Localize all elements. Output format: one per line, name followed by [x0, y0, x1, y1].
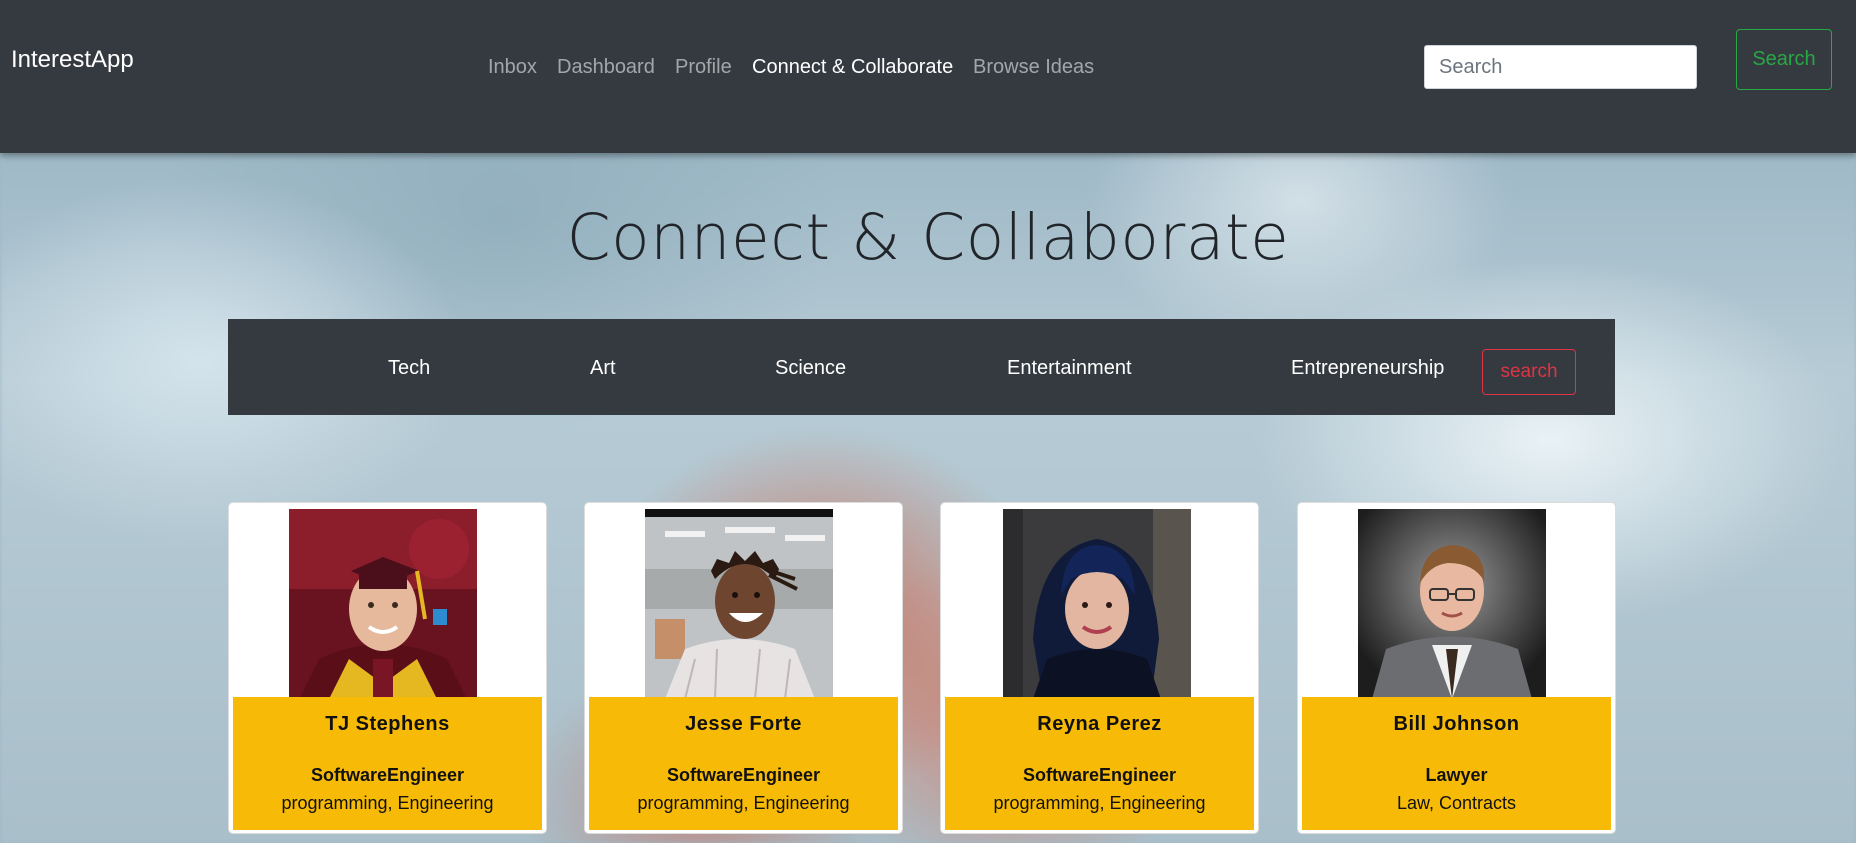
portrait-icon: [1003, 509, 1191, 699]
person-card[interactable]: TJ Stephens SoftwareEngineer programming…: [228, 502, 547, 834]
person-card-info: Jesse Forte SoftwareEngineer programming…: [589, 697, 898, 830]
person-name: Jesse Forte: [685, 713, 802, 735]
person-role: SoftwareEngineer: [1022, 765, 1177, 785]
nav-link-browse-ideas[interactable]: Browse Ideas: [973, 54, 1094, 80]
nav-link-inbox[interactable]: Inbox: [488, 54, 537, 80]
person-role: SoftwareEngineer: [310, 765, 465, 785]
person-name: Bill Johnson: [1393, 713, 1520, 735]
graduate-portrait-icon: [289, 509, 477, 699]
person-name: TJ Stephens: [325, 713, 450, 735]
category-entrepreneurship[interactable]: Entrepreneurship: [1291, 355, 1444, 381]
person-card-info: Reyna Perez SoftwareEngineer programming…: [945, 697, 1254, 830]
person-card[interactable]: Bill Johnson Lawyer Law, Contracts: [1297, 502, 1616, 834]
top-navbar: InterestApp Inbox Dashboard Profile Conn…: [0, 0, 1856, 153]
person-card[interactable]: Jesse Forte SoftwareEngineer programming…: [584, 502, 903, 834]
page-title: Connect & Collaborate: [566, 201, 1290, 274]
nav-link-connect-collaborate[interactable]: Connect & Collaborate: [752, 54, 953, 80]
suit-portrait-icon: [1358, 509, 1546, 699]
category-tech[interactable]: Tech: [388, 355, 430, 381]
person-role: SoftwareEngineer: [666, 765, 821, 785]
smiling-portrait-icon: [645, 509, 833, 699]
person-card[interactable]: Reyna Perez SoftwareEngineer programming…: [940, 502, 1259, 834]
person-card-info: Bill Johnson Lawyer Law, Contracts: [1302, 697, 1611, 830]
brand-logo[interactable]: InterestApp: [11, 45, 134, 75]
person-name: Reyna Perez: [1037, 713, 1162, 735]
category-bar: Tech Art Science Entertainment Entrepren…: [228, 319, 1615, 415]
category-art[interactable]: Art: [590, 355, 616, 381]
nav-link-dashboard[interactable]: Dashboard: [557, 54, 655, 80]
person-interests: programming, Engineering: [637, 793, 850, 813]
person-interests: programming, Engineering: [281, 793, 494, 813]
category-search-button[interactable]: search: [1482, 349, 1576, 395]
person-card-info: TJ Stephens SoftwareEngineer programming…: [233, 697, 542, 830]
person-role: Lawyer: [1425, 765, 1488, 785]
person-interests: programming, Engineering: [993, 793, 1206, 813]
search-button[interactable]: Search: [1736, 29, 1832, 90]
search-input[interactable]: [1424, 45, 1697, 89]
nav-link-profile[interactable]: Profile: [675, 54, 732, 80]
person-interests: Law, Contracts: [1396, 793, 1517, 813]
category-science[interactable]: Science: [775, 355, 846, 381]
category-entertainment[interactable]: Entertainment: [1007, 355, 1132, 381]
